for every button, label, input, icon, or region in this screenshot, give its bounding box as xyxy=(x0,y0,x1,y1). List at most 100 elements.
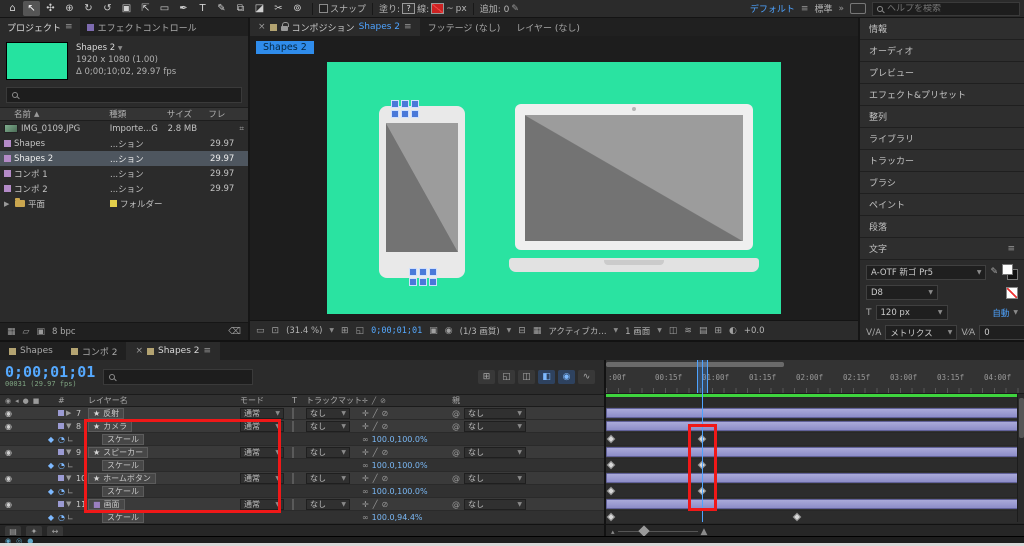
current-time-indicator-handle[interactable] xyxy=(697,360,708,393)
panel-header[interactable]: 情報 xyxy=(860,18,1024,40)
track-row[interactable] xyxy=(606,472,1024,485)
timeline-row[interactable]: ◉ xyxy=(0,485,604,498)
keyframe-icon[interactable] xyxy=(606,460,616,470)
eraser-tool[interactable]: ◪ xyxy=(251,1,268,16)
panel-header-character[interactable]: 文字 ≡ xyxy=(860,238,1024,260)
track-matte-select[interactable]: なし ▼ xyxy=(306,472,350,484)
column-track-matte[interactable]: トラックマット xyxy=(306,395,362,406)
link-dimensions-icon[interactable]: ∞ xyxy=(362,513,369,522)
main-viewer-icon[interactable]: ⊡ xyxy=(272,326,280,336)
timeline-row[interactable]: ◉ xyxy=(0,511,604,524)
graph-editor-icon[interactable]: ∿ xyxy=(578,370,595,384)
timeline-tab[interactable]: コンポ 2 xyxy=(62,342,127,360)
workspace-default-button[interactable]: デフォルト xyxy=(750,2,795,15)
transform-switch-icon[interactable]: ✛ xyxy=(362,474,369,483)
label-color-chip[interactable] xyxy=(58,501,64,507)
panel-menu-icon[interactable]: ≡ xyxy=(404,22,412,32)
grid-guides-icon[interactable]: ⊞ xyxy=(341,326,349,336)
property-value[interactable]: 100.0,100.0% xyxy=(372,461,428,470)
fx-switch-icon[interactable]: ⊘ xyxy=(382,448,389,457)
project-row[interactable]: コンポ 2 ...ション 29.97 ⌗ xyxy=(0,181,248,196)
property-value[interactable]: 100.0,100.0% xyxy=(372,487,428,496)
chevron-down-icon[interactable]: ▼ xyxy=(507,327,512,334)
stopwatch-icon[interactable]: ◔ xyxy=(58,435,65,444)
parent-select[interactable]: なし ▼ xyxy=(464,472,526,484)
fill-color-swatch[interactable] xyxy=(1002,264,1013,275)
tracking-select[interactable]: 0 ▼ xyxy=(979,325,1024,340)
work-area-bar[interactable] xyxy=(606,362,784,367)
chevron-down-icon[interactable]: ▼ xyxy=(329,327,334,334)
column-preserve-transparency[interactable]: T xyxy=(292,396,306,405)
track-row[interactable] xyxy=(606,420,1024,433)
column-framerate[interactable]: フレ xyxy=(208,108,248,120)
timeline-button-icon[interactable]: ▤ xyxy=(699,326,708,336)
laptop-base[interactable] xyxy=(509,258,759,272)
layer-duration-bar[interactable] xyxy=(606,421,1024,431)
always-preview-icon[interactable]: ▭ xyxy=(256,326,265,336)
font-style-select[interactable]: D8 ▼ xyxy=(866,285,938,300)
quality-switch-icon[interactable]: ╱ xyxy=(373,422,378,431)
panel-header[interactable]: ブラシ xyxy=(860,172,1024,194)
frame-blend-icon[interactable]: ◧ xyxy=(538,370,555,384)
link-dimensions-icon[interactable]: ∞ xyxy=(362,461,369,470)
track-matte-select[interactable]: なし ▼ xyxy=(306,420,350,432)
zoom-out-mountain-icon[interactable]: ▴ xyxy=(611,528,615,536)
eye-icon[interactable]: ◉ xyxy=(5,409,12,418)
preserve-transparency-checkbox[interactable] xyxy=(292,446,294,458)
blend-mode-select[interactable]: 通常 ▼ xyxy=(240,446,284,458)
stroke-width-value[interactable]: ~ xyxy=(446,4,454,14)
label-color-chip[interactable] xyxy=(4,140,11,147)
panel-header[interactable]: ペイント xyxy=(860,194,1024,216)
label-color-chip[interactable] xyxy=(58,423,64,429)
track-row[interactable] xyxy=(606,459,1024,472)
twirl-icon[interactable]: ▼ xyxy=(66,422,74,430)
tab-effect-controls[interactable]: エフェクトコントロール xyxy=(80,18,204,36)
timeline-tab[interactable]: × Shapes 2 ≡ xyxy=(126,342,221,360)
lock-icon[interactable]: ■ xyxy=(33,397,40,405)
keyframe-navigator-icon[interactable]: ◆ xyxy=(48,487,54,496)
active-camera-select[interactable]: アクティブカ... xyxy=(548,325,606,337)
resolution-select[interactable]: (1/3 画質) xyxy=(460,325,500,337)
eye-icon[interactable]: ◉ xyxy=(5,474,12,483)
label-color-chip[interactable] xyxy=(4,170,11,177)
property-name-box[interactable]: スケール xyxy=(102,511,144,523)
parent-select[interactable]: なし ▼ xyxy=(464,446,526,458)
layer-duration-bar[interactable] xyxy=(606,408,1024,418)
type-tool[interactable]: T xyxy=(194,1,211,16)
puppet-tool[interactable]: ⊚ xyxy=(289,1,306,16)
rotation-tool[interactable]: ↺ xyxy=(99,1,116,16)
new-composition-icon[interactable]: ▣ xyxy=(36,327,45,337)
selection-handles-bottom[interactable] xyxy=(409,268,437,286)
pen-tool[interactable]: ✒ xyxy=(175,1,192,16)
fx-switch-icon[interactable]: ⊘ xyxy=(382,422,389,431)
layer-duration-bar[interactable] xyxy=(606,473,1024,483)
layer-name-box[interactable]: ■ 画面 xyxy=(88,498,125,510)
brush-tool[interactable]: ✎ xyxy=(213,1,230,16)
parent-pickwhip-icon[interactable]: @ xyxy=(452,422,460,431)
preserve-transparency-checkbox[interactable] xyxy=(292,420,294,432)
timeline-row[interactable]: ◉ ▼ 8 ★ カメラ 通常 ▼ なし ▼ ✛ ╱ ⊘ @ なし ▼ xyxy=(0,420,604,433)
chevron-down-icon[interactable]: ▼ xyxy=(118,45,123,52)
exposure-value[interactable]: +0.0 xyxy=(744,326,765,336)
label-color-chip[interactable] xyxy=(4,185,11,192)
new-folder-icon[interactable]: ▱ xyxy=(23,327,30,337)
help-search-box[interactable] xyxy=(872,1,1020,16)
preserve-transparency-checkbox[interactable] xyxy=(292,498,294,510)
property-value[interactable]: 100.0,100.0% xyxy=(372,435,428,444)
pixel-aspect-icon[interactable]: ◫ xyxy=(669,326,678,336)
stopwatch-icon[interactable]: ◔ xyxy=(58,513,65,522)
current-time-display[interactable]: 0;00;01;01 xyxy=(5,365,95,381)
workspace-overflow-icon[interactable]: » xyxy=(838,4,844,14)
zoom-slider-thumb[interactable] xyxy=(637,525,650,536)
snap-checkbox[interactable] xyxy=(319,4,328,13)
panel-header[interactable]: 段落 xyxy=(860,216,1024,238)
zoom-tool[interactable]: ⊕ xyxy=(61,1,78,16)
blend-mode-select[interactable]: 通常 ▼ xyxy=(240,420,284,432)
close-icon[interactable]: × xyxy=(258,22,266,32)
quality-switch-icon[interactable]: ╱ xyxy=(373,474,378,483)
parent-pickwhip-icon[interactable]: @ xyxy=(452,409,460,418)
parent-select[interactable]: なし ▼ xyxy=(464,498,526,510)
project-row[interactable]: ▶ 平面 フォルダー ⌗ xyxy=(0,196,248,211)
column-parent[interactable]: 親 xyxy=(452,395,604,406)
project-search-input[interactable] xyxy=(22,90,236,100)
